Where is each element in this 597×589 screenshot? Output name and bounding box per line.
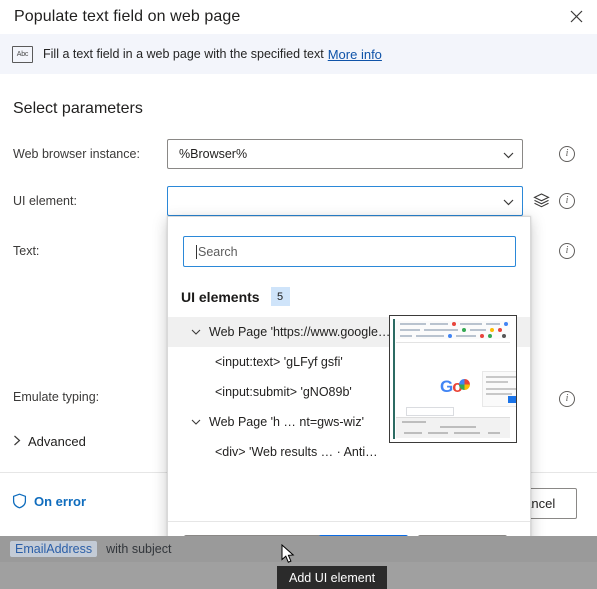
google-logo: Go [440, 377, 463, 396]
action-description-bar: Abc Fill a text field in a web page with… [0, 34, 597, 74]
ui-elements-count-badge: 5 [270, 287, 290, 306]
ui-element-picker-dropdown: Search UI elements 5 Web Page 'https://w… [167, 216, 531, 536]
label-emulate-typing: Emulate typing: [13, 390, 100, 404]
shield-icon [12, 493, 27, 509]
on-error-label: On error [34, 493, 87, 509]
tooltip-text: Add UI element [289, 570, 376, 585]
populate-text-field-dialog: Populate text field on web page Abc Fill… [0, 0, 597, 536]
advanced-expander[interactable]: Advanced [13, 434, 86, 449]
flow-action-row[interactable]: EmailAddress with subject [0, 536, 597, 562]
web-browser-instance-value: %Browser% [179, 147, 248, 161]
label-ui-element: UI element: [13, 194, 77, 208]
flow-row-text: with subject [106, 542, 172, 556]
chevron-down-icon [503, 196, 514, 207]
text-caret [196, 244, 197, 259]
ui-elements-header: UI elements 5 [181, 287, 290, 306]
search-input[interactable]: Search [183, 236, 516, 267]
info-icon-emulate-typing[interactable]: i [559, 391, 575, 407]
tree-item-label: <input:text> 'gLFyf gsfi' [215, 355, 343, 369]
info-icon-web-browser-instance[interactable]: i [559, 146, 575, 162]
label-text: Text: [13, 244, 40, 258]
info-icon-text[interactable]: i [559, 243, 575, 259]
dialog-title-bar: Populate text field on web page [0, 0, 597, 34]
tree-item-label: <div> 'Web results … · Anti… [215, 445, 378, 459]
label-web-browser-instance: Web browser instance: [13, 147, 140, 161]
ui-element-combobox[interactable] [167, 186, 523, 216]
on-error-button[interactable]: On error [12, 493, 86, 509]
dropdown-cancel-button[interactable]: Cancel [418, 535, 507, 536]
ui-elements-stack-icon[interactable] [533, 192, 550, 209]
more-info-link[interactable]: More info [328, 47, 382, 62]
web-page-thumbnail: Go [389, 315, 517, 443]
abc-textfield-icon: Abc [12, 45, 33, 63]
action-description-text: Fill a text field in a web page with the… [43, 47, 324, 61]
info-icon-ui-element[interactable]: i [559, 193, 575, 209]
dropdown-footer-divider [168, 521, 530, 522]
tree-item-label: Web Page 'https://www.google… [209, 325, 391, 339]
close-icon[interactable] [561, 2, 591, 30]
dialog-title: Populate text field on web page [14, 8, 241, 25]
chevron-down-icon [503, 149, 514, 160]
advanced-label: Advanced [28, 434, 86, 449]
add-ui-element-button[interactable]: Add UI element [184, 535, 325, 536]
ui-elements-title: UI elements [181, 288, 260, 305]
web-browser-instance-combobox[interactable]: %Browser% [167, 139, 523, 169]
add-ui-element-tooltip: Add UI element [277, 566, 388, 589]
select-parameters-heading: Select parameters [13, 100, 143, 117]
chevron-down-icon[interactable] [189, 417, 202, 427]
tree-item-label: <input:submit> 'gNO89b' [215, 385, 352, 399]
chevron-right-icon [13, 435, 21, 449]
variable-chip[interactable]: EmailAddress [10, 541, 98, 557]
select-button[interactable]: Select [319, 535, 408, 536]
tree-item-label: Web Page 'h … nt=gws-wiz' [209, 415, 364, 429]
chevron-down-icon[interactable] [189, 327, 202, 337]
search-placeholder: Search [198, 244, 238, 259]
